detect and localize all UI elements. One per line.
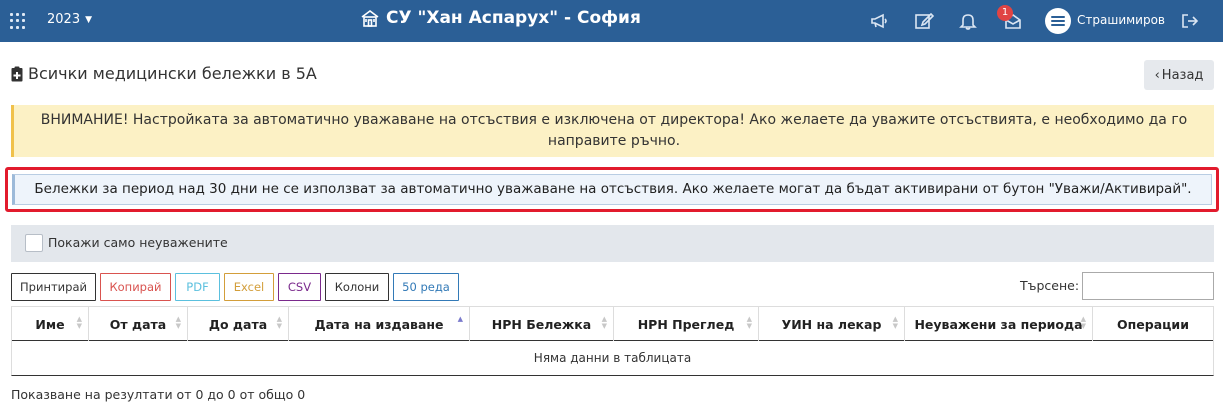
sort-icon: ▲ ▼ (175, 315, 181, 330)
school-title: СУ "Хан Аспарух" - София (360, 8, 641, 28)
column-header-issue-date[interactable]: Дата на издаване▲▼ (289, 307, 470, 341)
notes-table: Име ▲ ▼ От дата ▲ ▼ До дата ▲ ▼ Дата на издава… (11, 306, 1214, 376)
year-selector[interactable]: 2023 ▼ (47, 12, 92, 27)
show-unexcused-checkbox[interactable] (25, 234, 43, 252)
megaphone-icon[interactable] (869, 11, 889, 31)
copy-button[interactable]: Копирай (100, 273, 171, 301)
logout-icon[interactable] (1180, 11, 1200, 31)
sort-icon: ▲ ▼ (276, 315, 282, 330)
back-button[interactable]: ‹ Назад (1144, 60, 1214, 90)
column-header-doctor-uin[interactable]: УИН на лекар ▲ ▼ (759, 307, 905, 341)
back-button-label: Назад (1161, 67, 1204, 83)
school-building-icon (361, 10, 379, 27)
page-size-button[interactable]: 50 реда (393, 273, 459, 301)
notification-badge: 1 (997, 5, 1013, 21)
sort-icon: ▲ ▼ (76, 315, 82, 330)
show-unexcused-label[interactable]: Покажи само неуважените (48, 235, 228, 250)
columns-button[interactable]: Колони (325, 273, 389, 301)
edit-icon[interactable] (914, 11, 935, 31)
sort-icon: ▲ ▼ (892, 315, 898, 330)
search-input[interactable] (1082, 272, 1214, 300)
year-label: 2023 (47, 12, 81, 27)
chevron-left-icon: ‹ (1154, 67, 1160, 83)
sort-icon: ▲ ▼ (746, 315, 752, 330)
bell-icon[interactable] (958, 11, 978, 31)
chevron-down-icon: ▼ (85, 15, 93, 25)
column-header-unexcused[interactable]: Неуважени за периода ▲ ▼ (905, 307, 1093, 341)
warning-alert: ВНИМАНИЕ! Настройката за автоматично ува… (11, 105, 1214, 157)
apps-grid-icon[interactable] (10, 13, 26, 29)
column-header-to-date[interactable]: До дата ▲ ▼ (188, 307, 289, 341)
top-navbar: 2023 ▼ СУ "Хан Аспарух" - София 1 Страшим… (0, 0, 1223, 42)
column-header-from-date[interactable]: От дата ▲ ▼ (89, 307, 188, 341)
search-label: Търсене: (1020, 278, 1080, 293)
csv-button[interactable]: CSV (278, 273, 321, 301)
sort-ascending-icon: ▲▼ (457, 315, 463, 323)
column-header-nrn-exam[interactable]: НРН Преглед ▲ ▼ (614, 307, 759, 341)
table-header: Име ▲ ▼ От дата ▲ ▼ До дата ▲ ▼ Дата на издава… (11, 306, 1214, 341)
column-header-name[interactable]: Име ▲ ▼ (11, 307, 89, 341)
pdf-button[interactable]: PDF (175, 273, 220, 301)
column-header-operations: Операции (1093, 307, 1214, 341)
avatar[interactable] (1045, 8, 1071, 34)
empty-table-message: Няма данни в таблицата (11, 341, 1214, 376)
sort-icon: ▲ ▼ (1080, 315, 1086, 330)
excel-button[interactable]: Excel (224, 273, 274, 301)
page-title: Всички медицински бележки в 5А (11, 64, 317, 83)
page-title-text: Всички медицински бележки в 5А (28, 64, 317, 83)
info-alert: Бележки за период над 30 дни не се изпол… (12, 174, 1212, 205)
table-info: Показване на резултати от 0 до 0 от общо… (11, 387, 306, 402)
clipboard-medical-icon (11, 66, 23, 81)
school-name: СУ "Хан Аспарух" - София (386, 8, 641, 28)
column-header-nrn-note[interactable]: НРН Бележка ▲ ▼ (470, 307, 614, 341)
username[interactable]: Страшимиров (1077, 13, 1165, 27)
print-button[interactable]: Принтирай (11, 273, 96, 301)
filter-panel: Покажи само неуважените (11, 225, 1214, 262)
sort-icon: ▲ ▼ (601, 315, 607, 330)
